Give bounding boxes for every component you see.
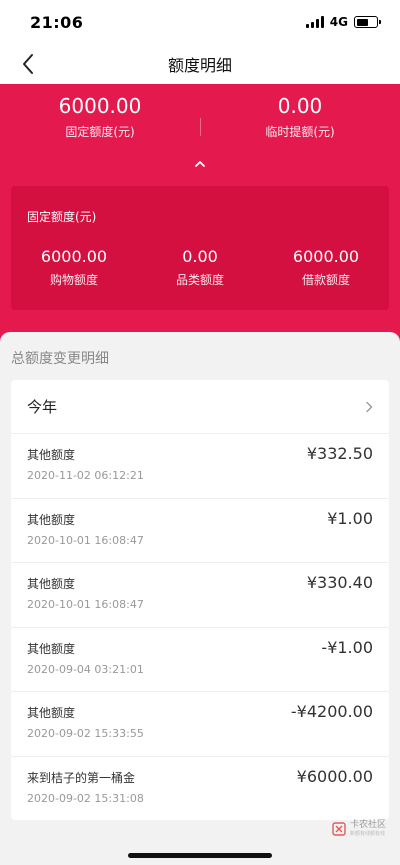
shopping-credit-label: 购物额度 xyxy=(49,273,98,287)
home-indicator[interactable] xyxy=(128,853,272,858)
list-item: 其他额度 2020-10-01 16:08:47 ¥1.00 xyxy=(11,499,389,563)
category-credit-value: 0.00 xyxy=(182,247,218,266)
record-time: 2020-09-02 15:31:08 xyxy=(27,791,144,805)
battery-icon xyxy=(354,16,381,28)
watermark-sub: 新额有线额有线 xyxy=(349,831,385,837)
record-amount: ¥1.00 xyxy=(327,508,373,528)
list-item: 来到桔子的第一桶金 2020-09-02 15:31:08 ¥6000.00 xyxy=(11,757,389,821)
nav-bar: 额度明细 xyxy=(0,44,400,84)
history-title: 总额度变更明细 xyxy=(11,351,109,367)
status-time: 21:06 xyxy=(30,12,84,32)
record-name: 其他额度 xyxy=(27,706,76,720)
record-time: 2020-10-01 16:08:47 xyxy=(27,533,144,547)
fixed-credit: 6000.00 固定额度(元) xyxy=(0,92,200,152)
shopping-credit-value: 6000.00 xyxy=(40,247,108,266)
fixed-card-breakdown: 6000.00 购物额度 0.00 品类额度 6000.00 借款额度 xyxy=(11,246,389,290)
category-credit-label: 品类额度 xyxy=(175,273,224,287)
chevron-right-icon xyxy=(366,401,373,412)
status-bar: 21:06 4G xyxy=(0,0,400,44)
fixed-credit-value: 6000.00 xyxy=(58,94,142,118)
fixed-card-title: 固定额度(元) xyxy=(27,210,97,224)
watermark-main: 卡农社区 xyxy=(349,820,386,830)
record-time: 2020-11-02 06:12:21 xyxy=(27,469,144,482)
watermark-logo-icon xyxy=(332,822,346,836)
history-panel: 总额度变更明细 今年 其他额度 2020-11-02 06:12:21 ¥332… xyxy=(0,332,400,865)
list-item: 其他额度 2020-09-02 15:33:55 -¥4200.00 xyxy=(11,692,389,757)
back-button[interactable] xyxy=(14,50,42,78)
record-time: 2020-09-04 03:21:01 xyxy=(27,662,144,676)
credit-summary: 6000.00 固定额度(元) 0.00 临时提额(元) xyxy=(0,92,400,152)
loan-credit-value: 6000.00 xyxy=(292,247,360,266)
category-credit: 0.00 品类额度 xyxy=(137,246,263,290)
record-amount: ¥332.50 xyxy=(306,444,373,463)
year-label: 今年 xyxy=(27,398,58,416)
temporary-credit: 0.00 临时提额(元) xyxy=(200,92,400,152)
network-type: 4G xyxy=(329,15,348,29)
record-time: 2020-10-01 16:08:47 xyxy=(27,598,144,611)
temporary-credit-label: 临时提额(元) xyxy=(265,125,335,139)
history-list: 今年 其他额度 2020-11-02 06:12:21 ¥332.50 其他额度… xyxy=(11,380,389,820)
list-item: 其他额度 2020-09-04 03:21:01 -¥1.00 xyxy=(11,628,389,692)
year-filter-row[interactable]: 今年 xyxy=(11,380,389,434)
credit-header: 6000.00 固定额度(元) 0.00 临时提额(元) 固定额度(元) 600… xyxy=(0,84,400,364)
status-indicators: 4G xyxy=(305,15,381,29)
page-title: 额度明细 xyxy=(167,56,232,75)
record-name: 其他额度 xyxy=(27,577,76,591)
list-item: 其他额度 2020-10-01 16:08:47 ¥330.40 xyxy=(11,563,389,628)
record-name: 来到桔子的第一桶金 xyxy=(27,770,136,785)
loan-credit-label: 借款额度 xyxy=(301,273,350,287)
collapse-button[interactable] xyxy=(188,154,212,174)
fixed-credit-card: 固定额度(元) 6000.00 购物额度 0.00 品类额度 6000.00 借… xyxy=(11,186,389,310)
list-item: 其他额度 2020-11-02 06:12:21 ¥332.50 xyxy=(11,434,389,499)
watermark: 卡农社区 新额有线额有线 xyxy=(332,820,386,838)
loan-credit: 6000.00 借款额度 xyxy=(263,246,389,290)
signal-icon xyxy=(305,16,324,28)
record-amount: -¥1.00 xyxy=(321,637,373,657)
screen: 21:06 4G 额度明细 6000.00 固定额度(元) 0.00 临时提额(… xyxy=(0,0,400,865)
record-name: 其他额度 xyxy=(27,641,76,656)
chevron-up-icon xyxy=(195,161,205,167)
temporary-credit-value: 0.00 xyxy=(277,94,323,118)
summary-divider xyxy=(200,118,201,136)
record-name: 其他额度 xyxy=(27,512,76,527)
record-time: 2020-09-02 15:33:55 xyxy=(27,727,144,740)
chevron-left-icon xyxy=(23,54,33,74)
shopping-credit: 6000.00 购物额度 xyxy=(11,246,137,290)
record-amount: ¥6000.00 xyxy=(296,766,373,786)
record-amount: -¥4200.00 xyxy=(290,702,373,721)
fixed-credit-label: 固定额度(元) xyxy=(65,125,135,139)
record-amount: ¥330.40 xyxy=(306,573,373,592)
watermark-text: 卡农社区 新额有线额有线 xyxy=(350,820,386,838)
record-name: 其他额度 xyxy=(27,448,76,462)
